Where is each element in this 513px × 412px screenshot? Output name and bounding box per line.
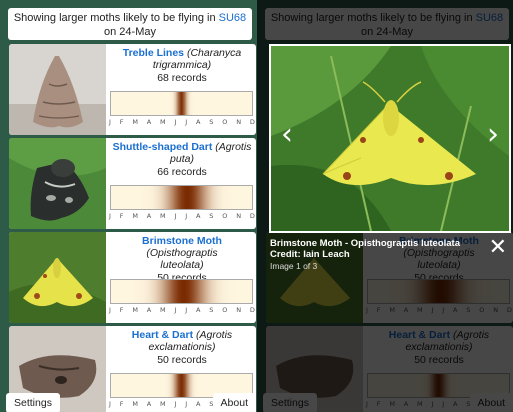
month-label: M xyxy=(160,400,166,408)
moth-photo[interactable] xyxy=(9,138,106,229)
species-common-name[interactable]: Heart & Dart xyxy=(132,329,193,341)
lightbox-title: Brimstone Moth - Opisthograptis luteolat… xyxy=(270,238,461,249)
month-label: N xyxy=(236,306,242,314)
month-label: M xyxy=(132,118,138,126)
month-label: A xyxy=(146,212,152,220)
species-record-count: 66 records xyxy=(157,166,207,178)
month-axis: JFMAMJJASOND xyxy=(109,118,255,126)
species-card[interactable]: Brimstone Moth (Opisthograptis luteolata… xyxy=(9,232,256,323)
species-scientific-name-b: luteolata) xyxy=(160,259,204,271)
month-label: J xyxy=(109,400,111,408)
lightbox-image xyxy=(269,44,511,233)
month-axis: JFMAMJJASOND xyxy=(109,212,255,220)
month-label: F xyxy=(119,118,124,126)
month-label: A xyxy=(195,118,201,126)
month-label: J xyxy=(185,400,188,408)
flight-period-chart xyxy=(110,91,253,116)
month-label: J xyxy=(109,118,111,126)
month-label: J xyxy=(185,212,188,220)
month-label: F xyxy=(119,212,124,220)
month-label: O xyxy=(222,118,228,126)
species-info: Heart & Dart (Agrotis exclamationis) 50 … xyxy=(108,329,256,366)
month-label: M xyxy=(160,212,166,220)
month-label: A xyxy=(146,118,152,126)
month-label: D xyxy=(249,306,255,314)
species-card[interactable]: Treble Lines (Charanyca trigrammica) 68 … xyxy=(9,44,256,135)
species-list-screen: Showing larger moths likely to be flying… xyxy=(0,0,256,412)
grid-ref-link[interactable]: SU68 xyxy=(219,12,247,24)
month-label: A xyxy=(195,306,201,314)
month-label: J xyxy=(185,306,188,314)
month-label: M xyxy=(160,306,166,314)
species-common-name[interactable]: Brimstone Moth xyxy=(142,235,222,247)
month-label: F xyxy=(119,400,124,408)
species-info: Shuttle-shaped Dart (Agrotis puta) 66 re… xyxy=(108,141,256,178)
species-scientific-name-b: trigrammica) xyxy=(152,59,212,71)
chevron-right-icon[interactable]: › xyxy=(487,120,499,150)
month-label: J xyxy=(174,212,177,220)
month-label: J xyxy=(109,306,111,314)
species-info: Treble Lines (Charanyca trigrammica) 68 … xyxy=(108,47,256,84)
lightbox-screen: Showing larger moths likely to be flying… xyxy=(257,0,513,412)
species-scientific-name-a: (Charanyca xyxy=(186,47,242,59)
species-record-count: 68 records xyxy=(157,72,207,84)
species-common-name[interactable]: Shuttle-shaped Dart xyxy=(113,141,213,153)
month-label: A xyxy=(146,400,152,408)
month-label: J xyxy=(174,118,177,126)
month-axis: JFMAMJJASOND xyxy=(109,306,255,314)
lightbox-counter: Image 1 of 3 xyxy=(270,261,318,271)
month-label: M xyxy=(160,118,166,126)
moth-photo[interactable] xyxy=(9,232,106,323)
species-card[interactable]: Shuttle-shaped Dart (Agrotis puta) 66 re… xyxy=(9,138,256,229)
close-icon[interactable]: ✕ xyxy=(489,237,507,259)
month-label: D xyxy=(249,212,255,220)
species-scientific-name-a: (Opisthograptis xyxy=(146,247,218,259)
month-label: S xyxy=(209,212,214,220)
month-label: A xyxy=(146,306,152,314)
moth-photo[interactable] xyxy=(9,44,106,135)
flight-period-chart xyxy=(110,279,253,304)
species-scientific-name-b: exclamationis) xyxy=(148,341,216,353)
month-label: O xyxy=(222,306,228,314)
month-label: M xyxy=(132,212,138,220)
month-label: M xyxy=(132,400,138,408)
settings-button[interactable]: Settings xyxy=(6,393,60,412)
species-info: Brimstone Moth (Opisthograptis luteolata… xyxy=(108,235,256,284)
flight-period-chart xyxy=(110,185,253,210)
species-record-count: 50 records xyxy=(157,354,207,366)
month-label: J xyxy=(174,306,177,314)
about-button[interactable]: About xyxy=(212,393,256,412)
month-label: M xyxy=(132,306,138,314)
month-label: S xyxy=(209,118,214,126)
species-scientific-name-a: (Agrotis xyxy=(196,329,233,341)
month-label: A xyxy=(195,400,201,408)
month-label: F xyxy=(119,306,124,314)
month-label: J xyxy=(185,118,188,126)
month-label: J xyxy=(174,400,177,408)
species-scientific-name-a: (Agrotis xyxy=(215,141,252,153)
lightbox-credit: Credit: Iain Leach xyxy=(270,249,350,260)
chevron-left-icon[interactable]: ‹ xyxy=(281,120,293,150)
header-prefix: Showing larger moths likely to be flying… xyxy=(13,12,219,24)
location-header: Showing larger moths likely to be flying… xyxy=(8,8,252,40)
species-scientific-name-b: puta) xyxy=(170,153,194,165)
month-label: O xyxy=(222,212,228,220)
month-label: N xyxy=(236,118,242,126)
lightbox-caption: Brimstone Moth - Opisthograptis luteolat… xyxy=(270,238,460,272)
month-label: N xyxy=(236,212,242,220)
species-common-name[interactable]: Treble Lines xyxy=(123,47,184,59)
month-label: D xyxy=(249,118,255,126)
month-label: S xyxy=(209,306,214,314)
header-suffix: on 24-May xyxy=(104,26,156,38)
month-label: A xyxy=(195,212,201,220)
month-label: J xyxy=(109,212,111,220)
